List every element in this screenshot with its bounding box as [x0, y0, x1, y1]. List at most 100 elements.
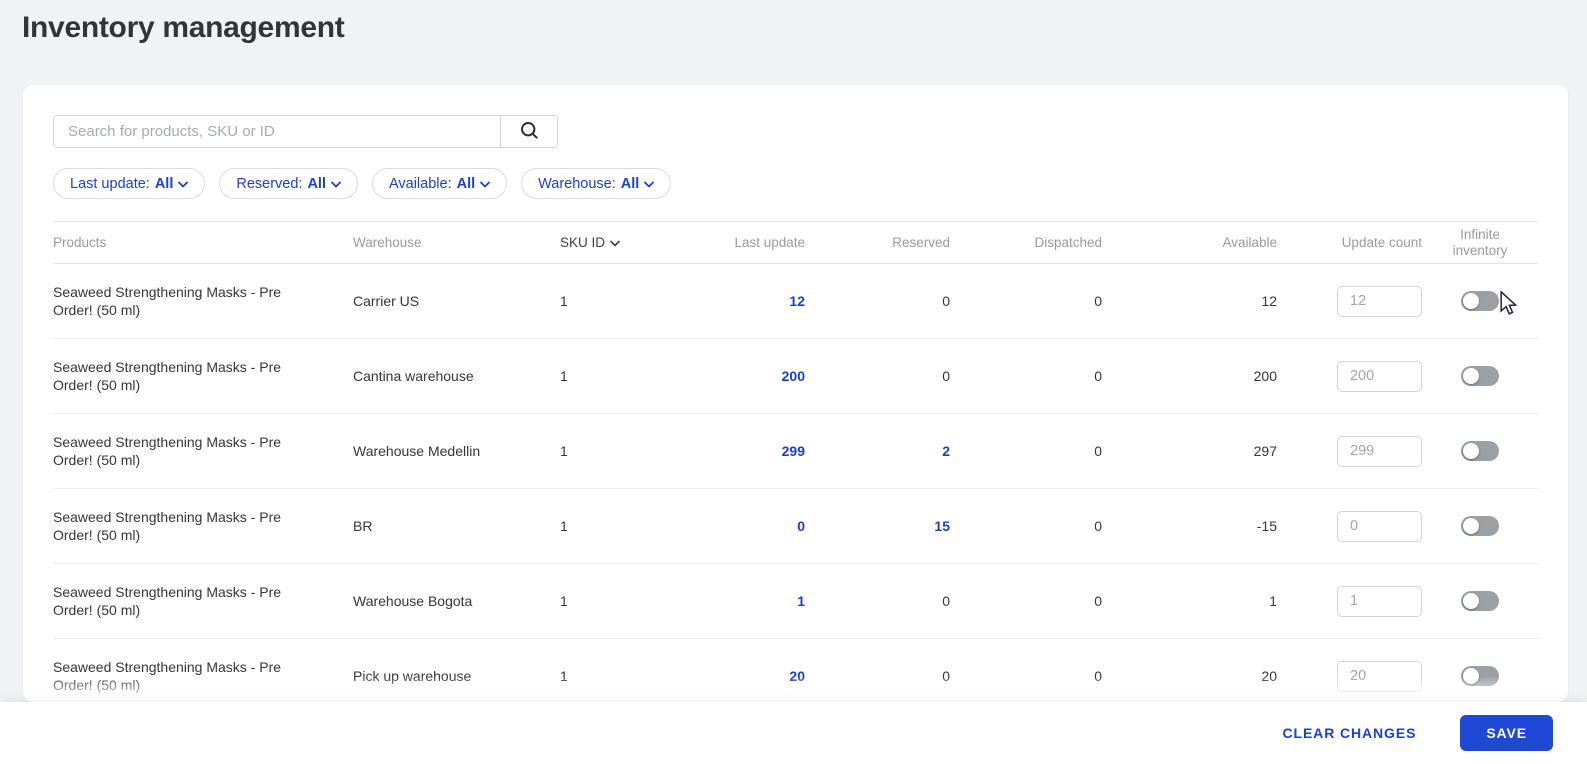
filter-value: All	[620, 175, 640, 192]
filter-label: Reserved:	[236, 175, 303, 192]
filter-available[interactable]: Available: All	[371, 168, 508, 199]
infinite-inventory-cell	[1422, 666, 1538, 686]
filter-value: All	[307, 175, 326, 192]
sku-id-value: 1	[560, 668, 568, 684]
column-header-reserved: Reserved	[892, 235, 950, 250]
column-header-sku-id-sort[interactable]: SKU ID	[548, 235, 655, 250]
warehouse-name: Warehouse Bogota	[353, 593, 473, 609]
infinite-inventory-cell	[1422, 591, 1538, 611]
reserved-value: 0	[942, 668, 950, 684]
update-count-input[interactable]	[1337, 585, 1422, 617]
infinite-inventory-toggle[interactable]	[1461, 666, 1499, 686]
toggle-knob	[1463, 668, 1479, 684]
table-row: Seaweed Strengthening Masks - Pre Order!…	[53, 489, 1538, 564]
sku-id-value: 1	[560, 518, 568, 534]
column-header-products: Products	[53, 235, 107, 250]
product-name: Seaweed Strengthening Masks - Pre Order!…	[53, 583, 282, 618]
table-body: Seaweed Strengthening Masks - Pre Order!…	[53, 264, 1538, 702]
dispatched-value: 0	[1094, 443, 1102, 459]
available-value: -15	[1256, 518, 1277, 534]
available-value: 297	[1253, 443, 1277, 459]
chevron-down-icon	[331, 176, 341, 192]
reserved-value: 0	[942, 368, 950, 384]
table-row: Seaweed Strengthening Masks - Pre Order!…	[53, 639, 1538, 702]
chevron-down-icon	[644, 176, 655, 192]
last-update-link[interactable]: 200	[655, 368, 805, 384]
update-count-cell	[1277, 360, 1422, 392]
inventory-card: Last update: All Reserved: All Available…	[23, 85, 1568, 702]
dispatched-value: 0	[1094, 668, 1102, 684]
clear-changes-button[interactable]: CLEAR CHANGES	[1282, 725, 1416, 741]
update-count-cell	[1277, 510, 1422, 542]
table-row: Seaweed Strengthening Masks - Pre Order!…	[53, 339, 1538, 414]
product-name: Seaweed Strengthening Masks - Pre Order!…	[53, 283, 282, 318]
filter-label: Available:	[388, 175, 452, 192]
sku-id-value: 1	[560, 443, 568, 459]
sku-id-value: 1	[560, 368, 568, 384]
update-count-cell	[1277, 435, 1422, 467]
toggle-knob	[1463, 518, 1479, 534]
toggle-knob	[1463, 368, 1479, 384]
search-button[interactable]	[500, 116, 557, 147]
product-name: Seaweed Strengthening Masks - Pre Order!…	[53, 658, 282, 693]
filter-bar: Last update: All Reserved: All Available…	[53, 168, 1538, 199]
infinite-inventory-toggle[interactable]	[1461, 441, 1499, 461]
infinite-inventory-toggle[interactable]	[1461, 591, 1499, 611]
toggle-knob	[1463, 593, 1479, 609]
update-count-cell	[1277, 585, 1422, 617]
filter-value: All	[154, 175, 174, 192]
update-count-input[interactable]	[1337, 510, 1422, 542]
infinite-inventory-toggle[interactable]	[1461, 291, 1499, 311]
last-update-link[interactable]: 299	[655, 443, 805, 459]
warehouse-name: Pick up warehouse	[353, 668, 472, 684]
warehouse-name: BR	[353, 518, 373, 534]
infinite-inventory-toggle[interactable]	[1461, 366, 1499, 386]
infinite-inventory-cell	[1422, 441, 1538, 461]
sku-id-value: 1	[560, 293, 568, 309]
column-header-last-update: Last update	[734, 235, 805, 250]
dispatched-value: 0	[1094, 293, 1102, 309]
reserved-value: 0	[942, 293, 950, 309]
last-update-link[interactable]: 1	[655, 593, 805, 609]
infinite-inventory-cell	[1422, 516, 1538, 536]
filter-last-update[interactable]: Last update: All	[53, 168, 206, 199]
chevron-down-icon	[480, 176, 491, 192]
table-row: Seaweed Strengthening Masks - Pre Order!…	[53, 264, 1538, 339]
column-header-warehouse: Warehouse	[353, 235, 422, 250]
product-name: Seaweed Strengthening Masks - Pre Order!…	[53, 433, 282, 468]
last-update-link[interactable]: 20	[655, 668, 805, 684]
update-count-input[interactable]	[1337, 285, 1422, 317]
update-count-input[interactable]	[1337, 360, 1422, 392]
update-count-input[interactable]	[1337, 435, 1422, 467]
warehouse-name: Cantina warehouse	[353, 368, 474, 384]
last-update-link[interactable]: 12	[655, 293, 805, 309]
update-count-input[interactable]	[1337, 660, 1422, 692]
infinite-inventory-toggle[interactable]	[1461, 516, 1499, 536]
filter-reserved[interactable]: Reserved: All	[219, 168, 358, 199]
column-header-update-count: Update count	[1341, 235, 1422, 250]
reserved-link[interactable]: 2	[805, 443, 950, 459]
reserved-link[interactable]: 15	[805, 518, 950, 534]
search-input[interactable]	[54, 116, 500, 147]
infinite-inventory-cell	[1422, 291, 1538, 311]
dispatched-value: 0	[1094, 593, 1102, 609]
action-bar: CLEAR CHANGES SAVE	[0, 702, 1587, 764]
search-bar	[53, 115, 558, 148]
dispatched-value: 0	[1094, 518, 1102, 534]
dispatched-value: 0	[1094, 368, 1102, 384]
filter-value: All	[456, 175, 476, 192]
update-count-cell	[1277, 660, 1422, 692]
column-header-sku-id: SKU ID	[560, 235, 606, 250]
table-row: Seaweed Strengthening Masks - Pre Order!…	[53, 564, 1538, 639]
search-icon	[520, 121, 539, 143]
warehouse-name: Carrier US	[353, 293, 420, 309]
available-value: 1	[1269, 593, 1277, 609]
table-header: Products Warehouse SKU ID Last update Re…	[53, 221, 1538, 264]
toggle-knob	[1463, 443, 1479, 459]
column-header-dispatched: Dispatched	[1034, 235, 1102, 250]
last-update-link[interactable]: 0	[655, 518, 805, 534]
save-button[interactable]: SAVE	[1460, 715, 1553, 751]
filter-warehouse[interactable]: Warehouse: All	[521, 168, 672, 199]
available-value: 12	[1261, 293, 1277, 309]
filter-label: Last update:	[70, 175, 150, 192]
